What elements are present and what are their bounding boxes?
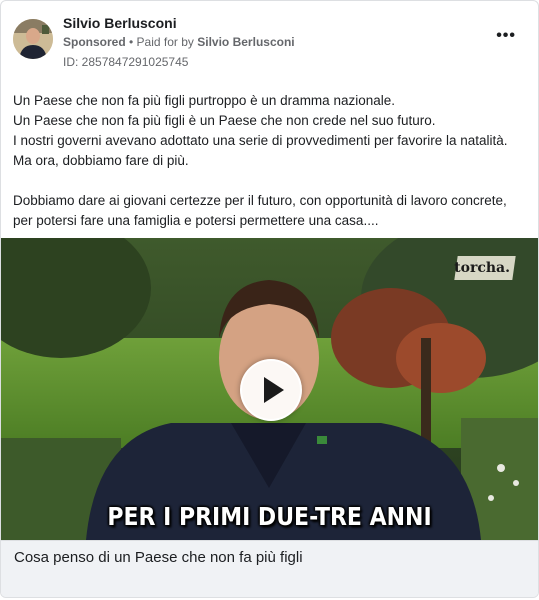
author-name[interactable]: Silvio Berlusconi xyxy=(63,15,177,31)
body-line: Un Paese che non fa più figli è un Paese… xyxy=(13,113,436,128)
link-caption[interactable]: Cosa penso di un Paese che non fa più fi… xyxy=(1,540,538,597)
avatar-image xyxy=(13,19,53,59)
ad-post-card: Silvio Berlusconi Sponsored • Paid for b… xyxy=(0,0,539,598)
sponsored-label[interactable]: Sponsored xyxy=(63,35,126,49)
body-line: per potersi fare una famiglia e potersi … xyxy=(13,213,379,228)
body-line: Un Paese che non fa più figli purtroppo … xyxy=(13,93,395,108)
torcha-logo: torcha. xyxy=(454,260,510,276)
play-icon[interactable] xyxy=(240,359,302,421)
paid-for-prefix: • Paid for by xyxy=(125,35,198,49)
video-player[interactable]: torcha. PER I PRIMI DUE-TRE ANNI xyxy=(1,238,538,540)
body-line: I nostri governi avevano adottato una se… xyxy=(13,133,508,148)
ad-id: ID: 2857847291025745 xyxy=(63,55,189,69)
paid-for-name: Silvio Berlusconi xyxy=(197,35,295,49)
body-line: Ma ora, dobbiamo fare di più. xyxy=(13,153,189,168)
author-avatar[interactable] xyxy=(13,19,53,59)
post-body: Un Paese che non fa più figli purtroppo … xyxy=(13,91,528,231)
more-options-icon[interactable]: ••• xyxy=(496,27,516,45)
body-line: Dobbiamo dare ai giovani certezze per il… xyxy=(13,193,507,208)
caption-title: Cosa penso di un Paese che non fa più fi… xyxy=(14,549,303,566)
post-header: Silvio Berlusconi Sponsored • Paid for b… xyxy=(13,15,526,75)
video-subtitle: PER I PRIMI DUE-TRE ANNI xyxy=(107,503,432,532)
sponsored-line: Sponsored • Paid for by Silvio Berluscon… xyxy=(63,35,295,49)
